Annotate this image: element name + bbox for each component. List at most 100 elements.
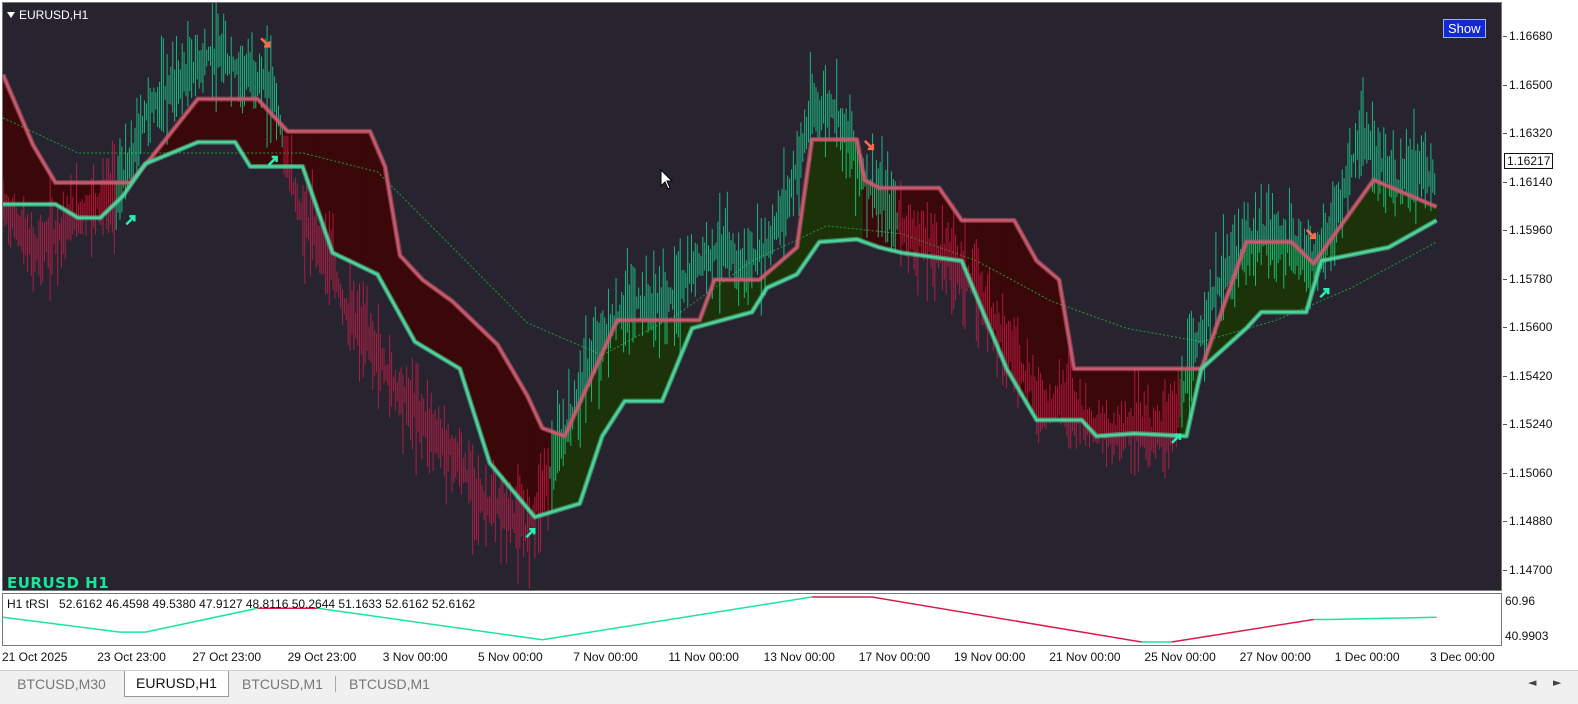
band-fill bbox=[612, 320, 619, 422]
band-fill bbox=[432, 286, 440, 357]
time-axis-label: 11 Nov 00:00 bbox=[668, 650, 739, 664]
price-tick bbox=[1503, 521, 1507, 523]
price-tick bbox=[1503, 570, 1507, 571]
oscillator-segment bbox=[1328, 616, 1437, 621]
band-fill bbox=[355, 131, 362, 267]
band-fill bbox=[492, 339, 500, 475]
band-fill bbox=[540, 423, 547, 516]
time-axis-label: 19 Nov 00:00 bbox=[954, 650, 1026, 664]
time-axis-label: 7 Nov 00:00 bbox=[573, 650, 638, 664]
chart-tab[interactable]: BTCUSD,M1 bbox=[338, 672, 441, 696]
buy-arrow-icon bbox=[1319, 287, 1330, 299]
current-price-marker: 1.16217 bbox=[1504, 152, 1554, 169]
price-tick bbox=[1503, 278, 1507, 280]
price-axis-label: 1.15240 bbox=[1509, 417, 1553, 432]
time-axis-label: 23 Oct 23:00 bbox=[97, 650, 166, 664]
price-axis-label: 1.15960 bbox=[1509, 223, 1553, 238]
indicator-values: 52.6162 46.4598 49.5380 47.9127 48.8116 … bbox=[59, 597, 476, 611]
symbol-label: EURUSD,H1 bbox=[19, 8, 89, 22]
band-fill bbox=[1077, 368, 1085, 424]
oscillator-segment bbox=[3, 616, 120, 633]
buy-arrow-icon bbox=[125, 215, 136, 226]
band-fill bbox=[486, 333, 494, 467]
band-fill bbox=[1251, 241, 1258, 324]
band-fill bbox=[217, 98, 225, 143]
price-axis-label: 1.15780 bbox=[1509, 271, 1553, 286]
band-fill bbox=[1006, 220, 1013, 380]
band-fill bbox=[1394, 188, 1401, 245]
band-fill bbox=[510, 366, 517, 497]
band-fill bbox=[199, 98, 207, 143]
mouse-cursor-icon bbox=[660, 169, 674, 190]
arrow-shape bbox=[1319, 287, 1330, 299]
price-tick bbox=[1503, 424, 1507, 426]
band-fill bbox=[1000, 220, 1007, 369]
price-axis-label: 1.16320 bbox=[1509, 126, 1553, 141]
price-axis-label: 1.15420 bbox=[1509, 368, 1553, 383]
oscillator-segment bbox=[145, 607, 258, 633]
chart-tab[interactable]: BTCUSD,M30 bbox=[3, 672, 120, 696]
price-axis-label: 1.14880 bbox=[1509, 514, 1553, 529]
oscillator-segment bbox=[1171, 618, 1314, 643]
band-fill bbox=[1292, 243, 1300, 313]
price-tick bbox=[1503, 181, 1507, 183]
band-fill bbox=[647, 319, 655, 402]
time-axis-label: 3 Nov 00:00 bbox=[382, 650, 448, 664]
band-fill bbox=[641, 319, 649, 402]
chart-watermark-label: EURUSD H1 bbox=[7, 574, 110, 591]
band-fill bbox=[373, 139, 380, 279]
band-fill bbox=[1042, 265, 1049, 421]
show-button[interactable]: Show bbox=[1443, 19, 1486, 38]
time-axis-label: 13 Nov 00:00 bbox=[763, 650, 835, 664]
band-fill bbox=[414, 271, 422, 346]
band-fill bbox=[205, 98, 213, 143]
band-fill bbox=[815, 139, 822, 249]
main-chart-panel[interactable]: EURUSD,H1 Show EURUSD H1 bbox=[2, 2, 1502, 591]
band-fill bbox=[504, 356, 511, 489]
band-fill bbox=[247, 98, 255, 167]
price-axis-label: 1.15600 bbox=[1509, 320, 1553, 335]
tab-scroll-right-icon[interactable]: ► bbox=[1553, 676, 1561, 689]
time-axis-label: 29 Oct 23:00 bbox=[287, 650, 357, 664]
band-fill bbox=[1257, 241, 1264, 317]
band-fill bbox=[259, 100, 267, 167]
indicator-axis: 60.96 40.9903 bbox=[1503, 593, 1578, 646]
time-axis-label: 27 Oct 23:00 bbox=[192, 650, 262, 664]
indicator-axis-bottom: 40.9903 bbox=[1505, 629, 1549, 643]
band-fill bbox=[725, 279, 732, 320]
chart-tab[interactable]: EURUSD,H1 bbox=[124, 671, 229, 697]
arrow-shape bbox=[125, 215, 136, 226]
band-fill bbox=[934, 187, 942, 259]
indicator-panel[interactable]: H1 tRSI 52.6162 46.4598 49.5380 47.9127 … bbox=[2, 593, 1502, 646]
symbol-header[interactable]: EURUSD,H1 bbox=[7, 8, 88, 22]
time-axis-label: 1 Dec 00:00 bbox=[1334, 650, 1400, 664]
time-axis[interactable]: 21 Oct 2025 23 Oct 23:00 27 Oct 23:00 29 Oc… bbox=[0, 646, 1578, 670]
indicator-readout: H1 tRSI 52.6162 46.4598 49.5380 47.9127 … bbox=[7, 597, 475, 611]
terminal-window: EURUSD,H1 Show EURUSD H1 1.16680 1.16500 1… bbox=[0, 0, 1578, 704]
indicator-label: H1 tRSI bbox=[7, 597, 50, 611]
band-fill bbox=[898, 187, 906, 254]
price-axis[interactable]: 1.16680 1.16500 1.16320 1.16140 1.15960 1.157… bbox=[1503, 2, 1578, 591]
band-fill bbox=[1149, 368, 1157, 435]
oscillator-segment bbox=[542, 596, 813, 641]
collapse-triangle-icon[interactable] bbox=[7, 12, 15, 18]
band-fill bbox=[498, 345, 506, 482]
band-fill bbox=[1113, 368, 1121, 436]
time-axis-label: 21 Oct 2025 bbox=[2, 650, 68, 664]
chart-tab[interactable]: BTCUSD,M1 bbox=[231, 672, 334, 696]
band-fill bbox=[1036, 259, 1043, 421]
price-tick bbox=[1503, 133, 1507, 135]
price-chart[interactable] bbox=[3, 3, 1501, 590]
price-tick bbox=[1503, 36, 1507, 37]
band-fill bbox=[444, 295, 452, 364]
time-axis-label: 27 Nov 00:00 bbox=[1239, 650, 1311, 664]
time-axis-label: 25 Nov 00:00 bbox=[1144, 650, 1216, 664]
band-fill bbox=[74, 182, 81, 219]
time-axis-label: 17 Nov 00:00 bbox=[858, 650, 931, 664]
band-fill bbox=[719, 279, 727, 322]
tab-scroll-left-icon[interactable]: ◄ bbox=[1528, 676, 1536, 689]
band-fill bbox=[337, 131, 344, 259]
sell-arrow-icon bbox=[863, 139, 875, 151]
chart-tab-bar: BTCUSD,M30 EURUSD,H1 BTCUSD,M1 BTCUSD,M1 ◄ ► bbox=[0, 670, 1578, 704]
price-axis-label: 1.14700 bbox=[1509, 563, 1553, 577]
